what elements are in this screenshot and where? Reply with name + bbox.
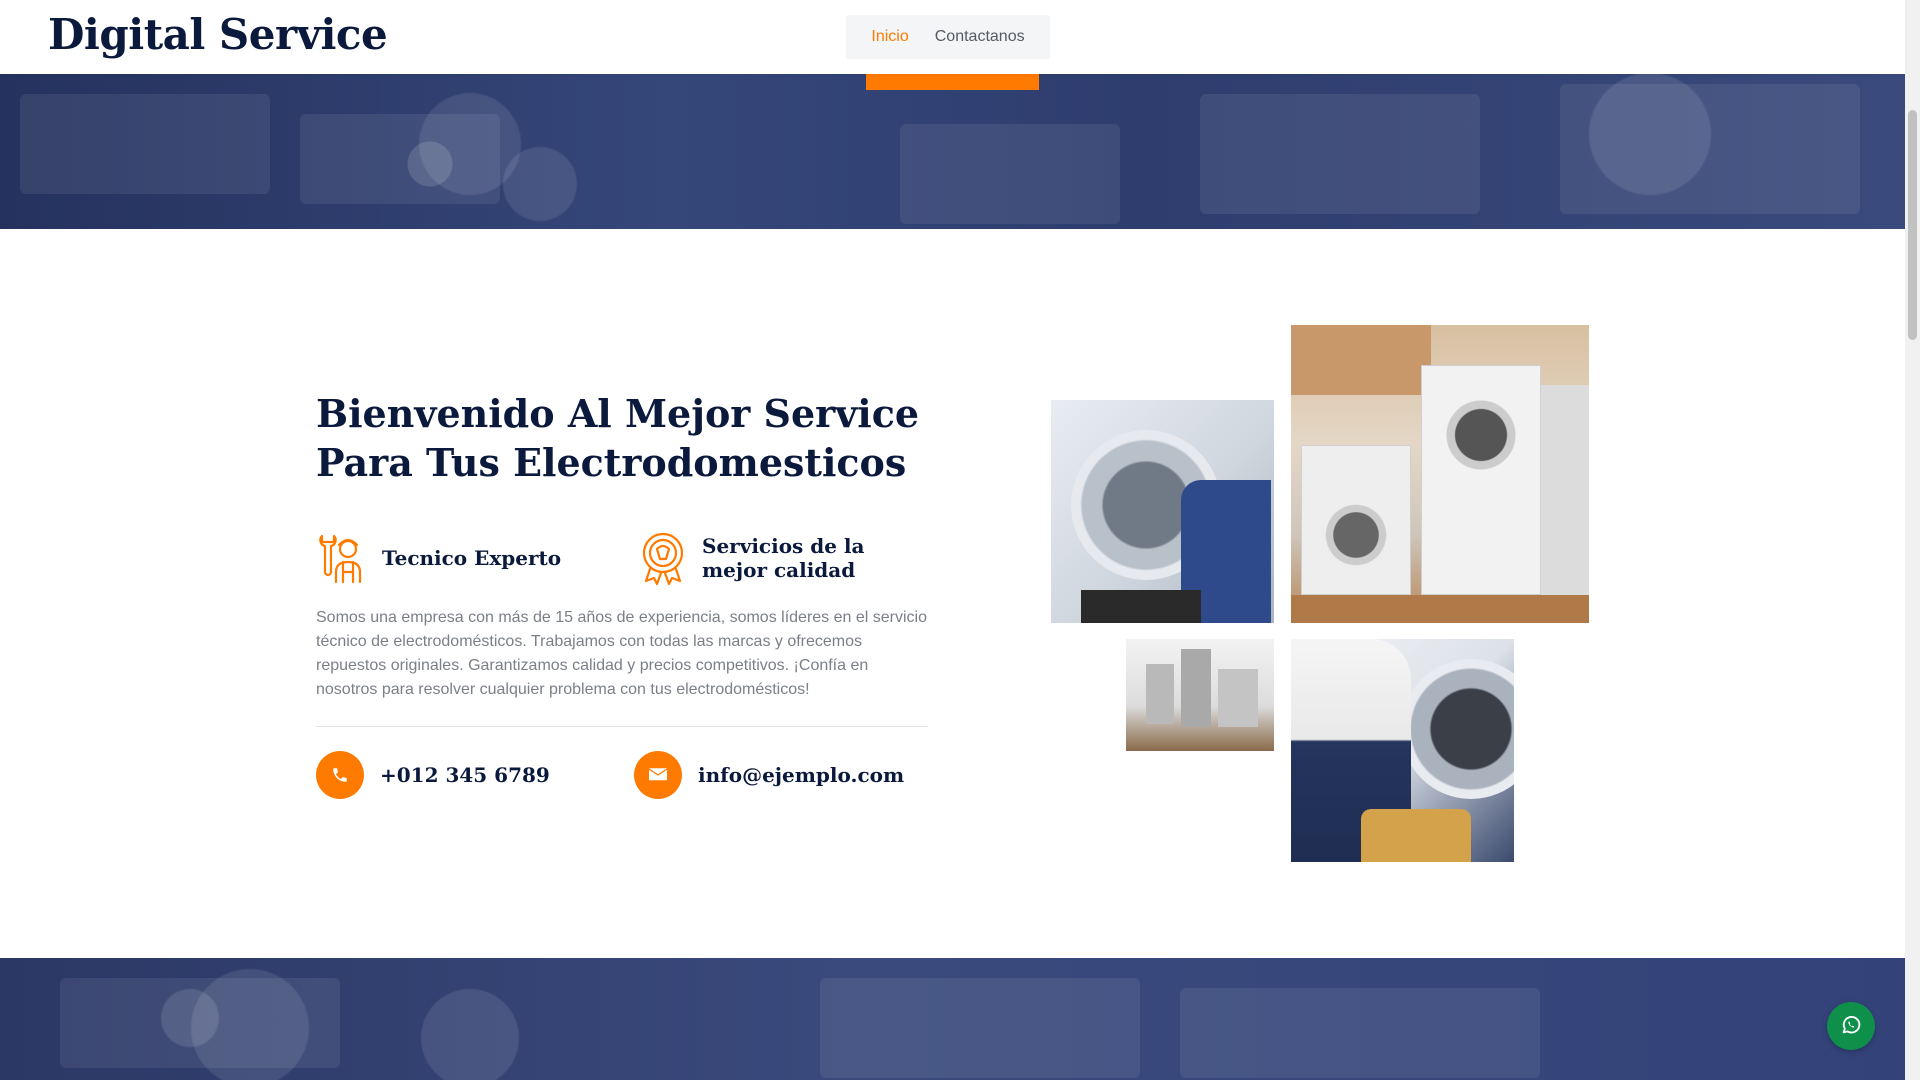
hero-speaker-shape [300,114,500,204]
nav-item-contactanos[interactable]: Contactanos [935,28,1025,46]
contact-email[interactable]: info@ejemplo.com [634,751,904,799]
envelope-icon [634,751,682,799]
headline-line-2: Para Tus Electrodomesticos [316,440,907,485]
whatsapp-button[interactable] [1827,1002,1875,1050]
phone-icon [316,751,364,799]
page-scrollbar[interactable] [1905,0,1920,1080]
section-divider [316,726,928,727]
hero-cta-button[interactable] [866,74,1039,90]
email-address: info@ejemplo.com [698,763,905,787]
page: Digital Service Inicio Contactanos Bienv… [0,0,1920,1080]
hero-washer-shape [1560,84,1860,214]
nav-menu: Inicio Contactanos [846,15,1050,59]
hero-machine-shape [1200,94,1480,214]
banner-speaker-shape [60,978,340,1068]
appliances-group-image [1126,639,1274,751]
technician-icon [316,532,366,584]
hero-appliance-shape [20,94,270,194]
feature-title: Servicios de la mejor calidad [702,534,865,582]
contact-phone[interactable]: +012 345 6789 [316,751,550,799]
about-description: Somos una empresa con más de 15 años de … [316,609,927,698]
nav-item-inicio[interactable]: Inicio [871,28,908,46]
laundry-room-image [1291,325,1589,623]
next-section-banner [0,958,1905,1080]
about-section: Bienvenido Al Mejor Service Para Tus Ele… [0,229,1905,958]
about-headline: Bienvenido Al Mejor Service Para Tus Ele… [316,389,936,487]
hero-printer-shape [900,124,1120,224]
banner-appliance-shape [1180,988,1540,1078]
whatsapp-icon [1840,1014,1862,1039]
scrollbar-thumb[interactable] [1908,110,1917,340]
feature-best-quality: Servicios de la mejor calidad [638,532,932,585]
phone-number: +012 345 6789 [380,763,550,787]
headline-line-1: Bienvenido Al Mejor Service [316,391,920,436]
feature-title: Tecnico Experto [382,546,562,570]
hero-banner [0,74,1905,229]
banner-printer-shape [820,978,1140,1078]
technician-repair-image [1291,639,1514,862]
washing-machine-inspection-image [1051,400,1274,623]
quality-award-icon [638,532,688,585]
feature-expert-technician: Tecnico Experto [316,532,561,584]
brand-logo[interactable]: Digital Service [48,10,388,59]
navbar: Digital Service Inicio Contactanos [0,0,1905,74]
